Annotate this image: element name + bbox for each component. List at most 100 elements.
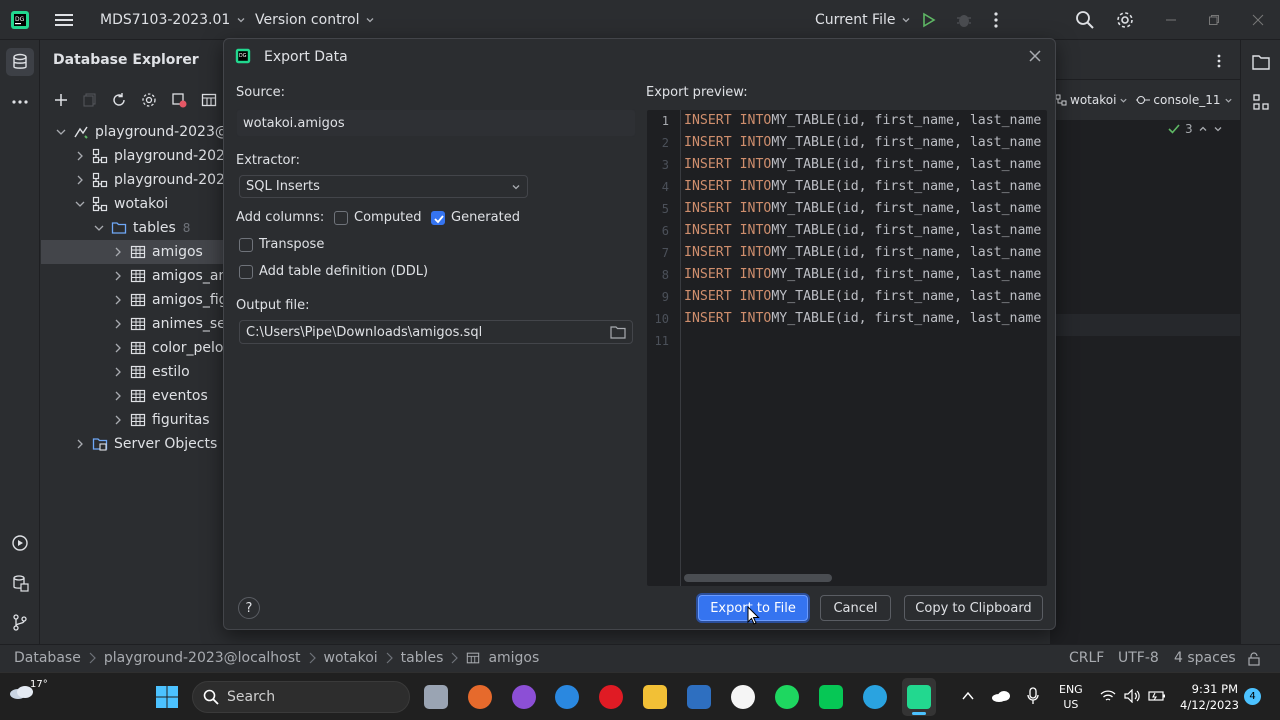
chevron-right-icon[interactable] xyxy=(74,150,86,162)
line-number: 2 xyxy=(661,136,669,150)
clock[interactable]: 9:31 PM 4/12/2023 xyxy=(1180,681,1239,713)
vcs-menu[interactable]: Version control xyxy=(255,0,375,40)
opera-icon[interactable] xyxy=(599,685,623,709)
inspection-widget[interactable]: 3 xyxy=(1168,122,1223,136)
indent-setting[interactable]: 4 spaces xyxy=(1174,650,1236,666)
schema-selector[interactable]: wotakoi xyxy=(1055,93,1128,107)
main-menu-icon[interactable] xyxy=(55,0,73,40)
dialog-close-icon[interactable] xyxy=(1028,49,1042,63)
chevron-right-icon[interactable] xyxy=(112,270,124,282)
files-folder-icon[interactable] xyxy=(1247,48,1275,76)
datagrip-logo-icon[interactable]: DG xyxy=(10,0,30,40)
mail-icon[interactable] xyxy=(687,685,711,709)
firefox-dev-icon[interactable] xyxy=(555,685,579,709)
export-preview-editor[interactable]: 1 2 3 4 5 6 7 8 9 10 11 INSERT INTOMY_TABLE(id, fi… xyxy=(647,110,1047,586)
output-file-field[interactable]: C:\Users\Pipe\Downloads\amigos.sql xyxy=(239,320,633,344)
chevron-right-icon[interactable] xyxy=(112,366,124,378)
cancel-button[interactable]: Cancel xyxy=(820,595,891,621)
microphone-icon[interactable] xyxy=(1027,687,1039,705)
copy-icon[interactable] xyxy=(83,93,97,107)
chevron-down-icon[interactable] xyxy=(74,198,86,210)
table-view-icon[interactable] xyxy=(201,92,217,108)
debug-icon[interactable] xyxy=(955,0,973,40)
battery-icon[interactable] xyxy=(1148,689,1166,703)
git-branch-icon[interactable] xyxy=(6,608,34,636)
chevron-up-icon[interactable] xyxy=(962,691,974,701)
chevron-right-icon[interactable] xyxy=(112,390,124,402)
discord-mask-icon[interactable] xyxy=(512,685,536,709)
run-icon[interactable] xyxy=(921,0,937,40)
generated-check-box[interactable] xyxy=(431,210,445,225)
line-app-icon[interactable] xyxy=(819,685,843,709)
transpose-check-box[interactable] xyxy=(239,237,253,252)
chevron-right-icon[interactable] xyxy=(112,246,124,258)
file-encoding[interactable]: UTF-8 xyxy=(1118,650,1159,666)
chevron-right-icon[interactable] xyxy=(112,318,124,330)
database-explorer-tool-icon[interactable] xyxy=(6,48,34,76)
properties-gear-icon[interactable] xyxy=(141,92,157,108)
run-config-selector[interactable]: Current File xyxy=(815,0,911,40)
ddl-check-box[interactable] xyxy=(239,264,253,279)
generated-checkbox[interactable]: Generated xyxy=(431,210,520,225)
volume-icon[interactable] xyxy=(1124,689,1140,703)
chevron-down-icon[interactable] xyxy=(1213,124,1223,134)
breadcrumb-item[interactable]: wotakoi xyxy=(324,650,378,666)
file-explorer-gray-icon[interactable] xyxy=(424,685,448,709)
computed-checkbox[interactable]: Computed xyxy=(334,210,422,225)
restore-icon[interactable] xyxy=(1208,0,1220,40)
folder-icon[interactable] xyxy=(643,685,667,709)
breadcrumb-item[interactable]: amigos xyxy=(488,650,539,666)
computed-check-box[interactable] xyxy=(334,210,348,225)
services-icon[interactable] xyxy=(6,529,34,557)
lock-icon[interactable] xyxy=(1248,652,1260,666)
weather-widget[interactable]: 17° xyxy=(8,679,48,701)
telegram-icon[interactable] xyxy=(863,685,887,709)
line-number-gutter: 1 2 3 4 5 6 7 8 9 10 11 xyxy=(647,110,681,586)
ddl-checkbox[interactable]: Add table definition (DDL) xyxy=(239,264,428,279)
chevron-down-icon xyxy=(903,18,910,23)
wifi-icon[interactable] xyxy=(1100,689,1116,703)
structure-icon[interactable] xyxy=(1247,88,1275,116)
spotify-icon[interactable] xyxy=(775,685,799,709)
taskbar-search[interactable]: Search xyxy=(192,681,410,713)
language-indicator[interactable]: ENG US xyxy=(1059,682,1083,712)
project-selector[interactable]: MDS7103-2023.01 xyxy=(100,0,246,40)
chevron-down-icon[interactable] xyxy=(93,222,105,234)
chevron-right-icon[interactable] xyxy=(74,174,86,186)
onedrive-cloud-icon[interactable] xyxy=(991,689,1011,703)
chevron-right-icon[interactable] xyxy=(112,414,124,426)
folder-browse-icon[interactable] xyxy=(610,325,626,339)
help-button[interactable]: ? xyxy=(238,597,260,619)
line-separator[interactable]: CRLF xyxy=(1069,650,1104,666)
chevron-up-icon[interactable] xyxy=(1198,124,1208,134)
console-selector[interactable]: console_11 xyxy=(1136,93,1232,107)
add-icon[interactable] xyxy=(53,92,69,108)
itunes-icon[interactable] xyxy=(731,685,755,709)
more-tools-icon[interactable] xyxy=(6,88,34,116)
chevron-right-icon[interactable] xyxy=(74,438,86,450)
disconnect-icon[interactable] xyxy=(171,92,187,108)
breadcrumb-item[interactable]: playground-2023@localhost xyxy=(104,650,301,666)
minimize-icon[interactable] xyxy=(1165,0,1177,40)
breadcrumb-item[interactable]: Database xyxy=(14,650,81,666)
notification-badge[interactable]: 4 xyxy=(1244,688,1261,705)
database-changes-icon[interactable] xyxy=(6,569,34,597)
tree-item-label: playground-2023 xyxy=(114,172,234,188)
refresh-icon[interactable] xyxy=(111,92,127,108)
more-vertical-icon[interactable] xyxy=(1216,54,1222,68)
close-window-icon[interactable] xyxy=(1252,0,1264,40)
settings-gear-icon[interactable] xyxy=(1115,0,1135,40)
firefox-icon[interactable] xyxy=(468,685,492,709)
chevron-right-icon[interactable] xyxy=(112,342,124,354)
more-actions-icon[interactable] xyxy=(993,0,999,40)
chevron-down-icon[interactable] xyxy=(55,126,67,138)
transpose-checkbox[interactable]: Transpose xyxy=(239,237,324,252)
horizontal-scrollbar[interactable] xyxy=(684,574,832,582)
breadcrumb-item[interactable]: tables xyxy=(401,650,444,666)
extractor-select[interactable]: SQL Inserts xyxy=(239,175,528,198)
copy-to-clipboard-button[interactable]: Copy to Clipboard xyxy=(904,595,1043,621)
search-icon[interactable] xyxy=(1075,0,1095,40)
chevron-right-icon[interactable] xyxy=(112,294,124,306)
windows-start-icon[interactable] xyxy=(155,685,179,709)
datagrip-taskbar-button[interactable] xyxy=(902,678,936,716)
